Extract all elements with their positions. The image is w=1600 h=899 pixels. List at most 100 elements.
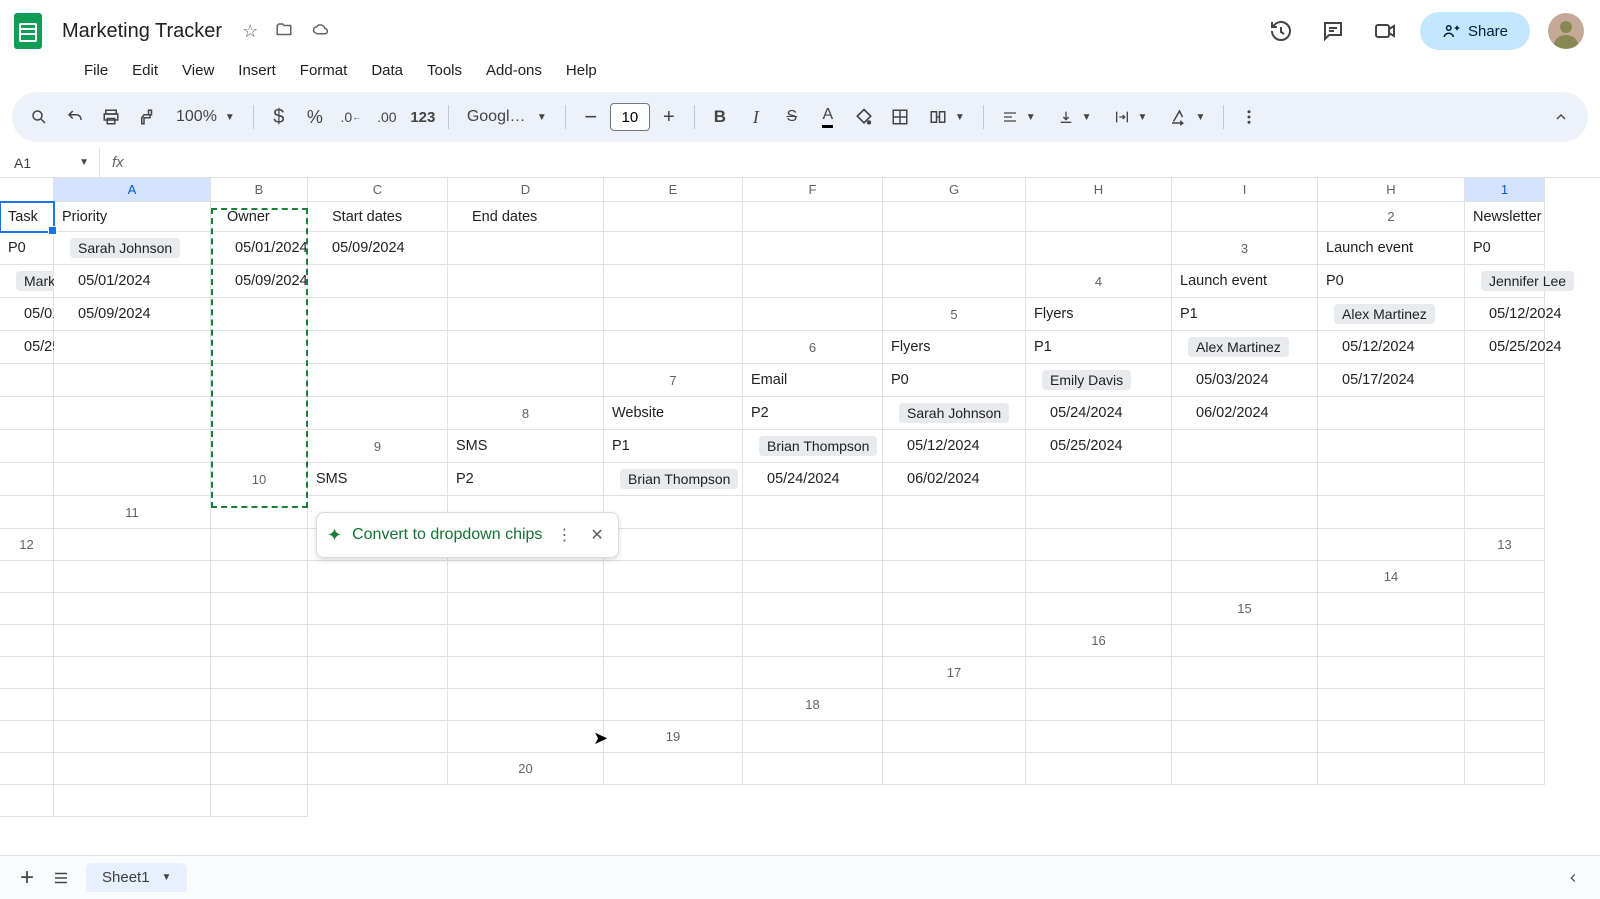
cell[interactable]	[54, 463, 211, 496]
merge-cells-icon[interactable]: ▼	[919, 100, 975, 134]
cell[interactable]	[1172, 657, 1318, 689]
sheet-tab-menu-icon[interactable]: ▼	[162, 872, 172, 883]
font-family-dropdown[interactable]: Googl…▼	[457, 100, 557, 134]
cell[interactable]	[308, 593, 448, 625]
search-menus-icon[interactable]	[22, 100, 56, 134]
history-icon[interactable]	[1264, 14, 1298, 48]
cell[interactable]: Jennifer Lee	[1465, 265, 1545, 298]
cell[interactable]	[1026, 689, 1172, 721]
cell[interactable]	[0, 657, 54, 689]
fill-color-icon[interactable]	[847, 100, 881, 134]
cell[interactable]: 05/17/2024	[1318, 364, 1465, 397]
cell[interactable]	[604, 593, 743, 625]
row-header-7[interactable]: 7	[604, 364, 743, 397]
cell[interactable]	[743, 593, 883, 625]
cell[interactable]	[1465, 593, 1545, 625]
cell[interactable]: Launch event	[1172, 265, 1318, 298]
cell[interactable]: Website	[604, 397, 743, 430]
cell[interactable]: 05/24/2024	[1026, 397, 1172, 430]
cell[interactable]	[1026, 657, 1172, 689]
cell[interactable]	[1318, 657, 1465, 689]
cell[interactable]: 06/02/2024	[1172, 397, 1318, 430]
cell[interactable]	[1465, 397, 1545, 430]
cell[interactable]	[743, 561, 883, 593]
italic-icon[interactable]: I	[739, 100, 773, 134]
row-header-17[interactable]: 17	[883, 657, 1026, 689]
cell[interactable]	[54, 364, 211, 397]
col-header-D[interactable]: D	[448, 178, 604, 202]
cell[interactable]	[1026, 561, 1172, 593]
cell[interactable]: 05/01/2024	[54, 265, 211, 298]
cell[interactable]	[743, 232, 883, 265]
cell[interactable]	[1026, 232, 1172, 265]
cell[interactable]	[448, 331, 604, 364]
cell[interactable]	[448, 364, 604, 397]
cell[interactable]: Alex Martinez	[1172, 331, 1318, 364]
cell[interactable]: Sarah Johnson	[883, 397, 1026, 430]
cell[interactable]	[1465, 689, 1545, 721]
cell[interactable]: SMS	[448, 430, 604, 463]
cell[interactable]	[1172, 721, 1318, 753]
suggestion-label[interactable]: Convert to dropdown chips	[352, 526, 542, 544]
cell[interactable]: 05/09/2024	[308, 232, 448, 265]
cell[interactable]	[211, 785, 308, 817]
cell[interactable]	[308, 364, 448, 397]
row-header-12[interactable]: 12	[0, 529, 54, 561]
cell[interactable]: P2	[743, 397, 883, 430]
cell[interactable]: 05/25/2024	[0, 331, 54, 364]
cell[interactable]	[0, 496, 54, 529]
cell[interactable]	[0, 625, 54, 657]
cell[interactable]: 05/09/2024	[211, 265, 308, 298]
cell[interactable]: Owner	[211, 202, 308, 232]
cell[interactable]	[1465, 753, 1545, 785]
menu-file[interactable]: File	[74, 58, 118, 83]
doc-title[interactable]: Marketing Tracker	[56, 18, 228, 45]
cell[interactable]	[1318, 430, 1465, 463]
cell[interactable]	[743, 529, 883, 561]
cell[interactable]: Priority	[54, 202, 211, 232]
cell[interactable]	[211, 561, 308, 593]
cell[interactable]	[54, 593, 211, 625]
text-color-icon[interactable]: A	[811, 100, 845, 134]
col-header-I[interactable]: I	[1172, 178, 1318, 202]
cell[interactable]: P0	[1318, 265, 1465, 298]
cell[interactable]	[0, 721, 54, 753]
cell[interactable]	[1026, 202, 1172, 232]
cell[interactable]	[308, 561, 448, 593]
currency-icon[interactable]: $	[262, 100, 296, 134]
share-button[interactable]: Share	[1420, 12, 1530, 50]
decrease-font-icon[interactable]: −	[574, 100, 608, 134]
cell[interactable]	[1465, 430, 1545, 463]
collapse-toolbar-icon[interactable]	[1544, 100, 1578, 134]
cell[interactable]	[1026, 753, 1172, 785]
cell[interactable]	[883, 496, 1026, 529]
cell[interactable]	[1318, 721, 1465, 753]
cell[interactable]	[308, 298, 448, 331]
cell[interactable]	[211, 397, 308, 430]
font-size-input[interactable]	[610, 103, 650, 131]
cell[interactable]	[211, 593, 308, 625]
cell[interactable]: 05/01/2024	[211, 232, 308, 265]
row-header-4[interactable]: 4	[1026, 265, 1172, 298]
cell[interactable]	[1172, 463, 1318, 496]
cell[interactable]	[308, 753, 448, 785]
cell[interactable]	[1172, 625, 1318, 657]
col-header-C[interactable]: C	[308, 178, 448, 202]
cell[interactable]	[448, 265, 604, 298]
cell[interactable]	[54, 529, 211, 561]
col-header-H[interactable]: H	[1026, 178, 1172, 202]
row-header-1[interactable]: 1	[1465, 178, 1545, 202]
menu-view[interactable]: View	[172, 58, 224, 83]
sheets-logo[interactable]	[8, 11, 48, 51]
cell[interactable]	[211, 721, 308, 753]
menu-help[interactable]: Help	[556, 58, 607, 83]
account-avatar[interactable]	[1548, 13, 1584, 49]
cell[interactable]	[448, 232, 604, 265]
cell[interactable]: Newsletter	[1465, 202, 1545, 232]
cell[interactable]	[883, 753, 1026, 785]
cell[interactable]: 05/24/2024	[743, 463, 883, 496]
cell[interactable]	[54, 657, 211, 689]
menu-format[interactable]: Format	[290, 58, 358, 83]
cell[interactable]: 05/03/2024	[1172, 364, 1318, 397]
star-icon[interactable]: ☆	[242, 21, 258, 42]
